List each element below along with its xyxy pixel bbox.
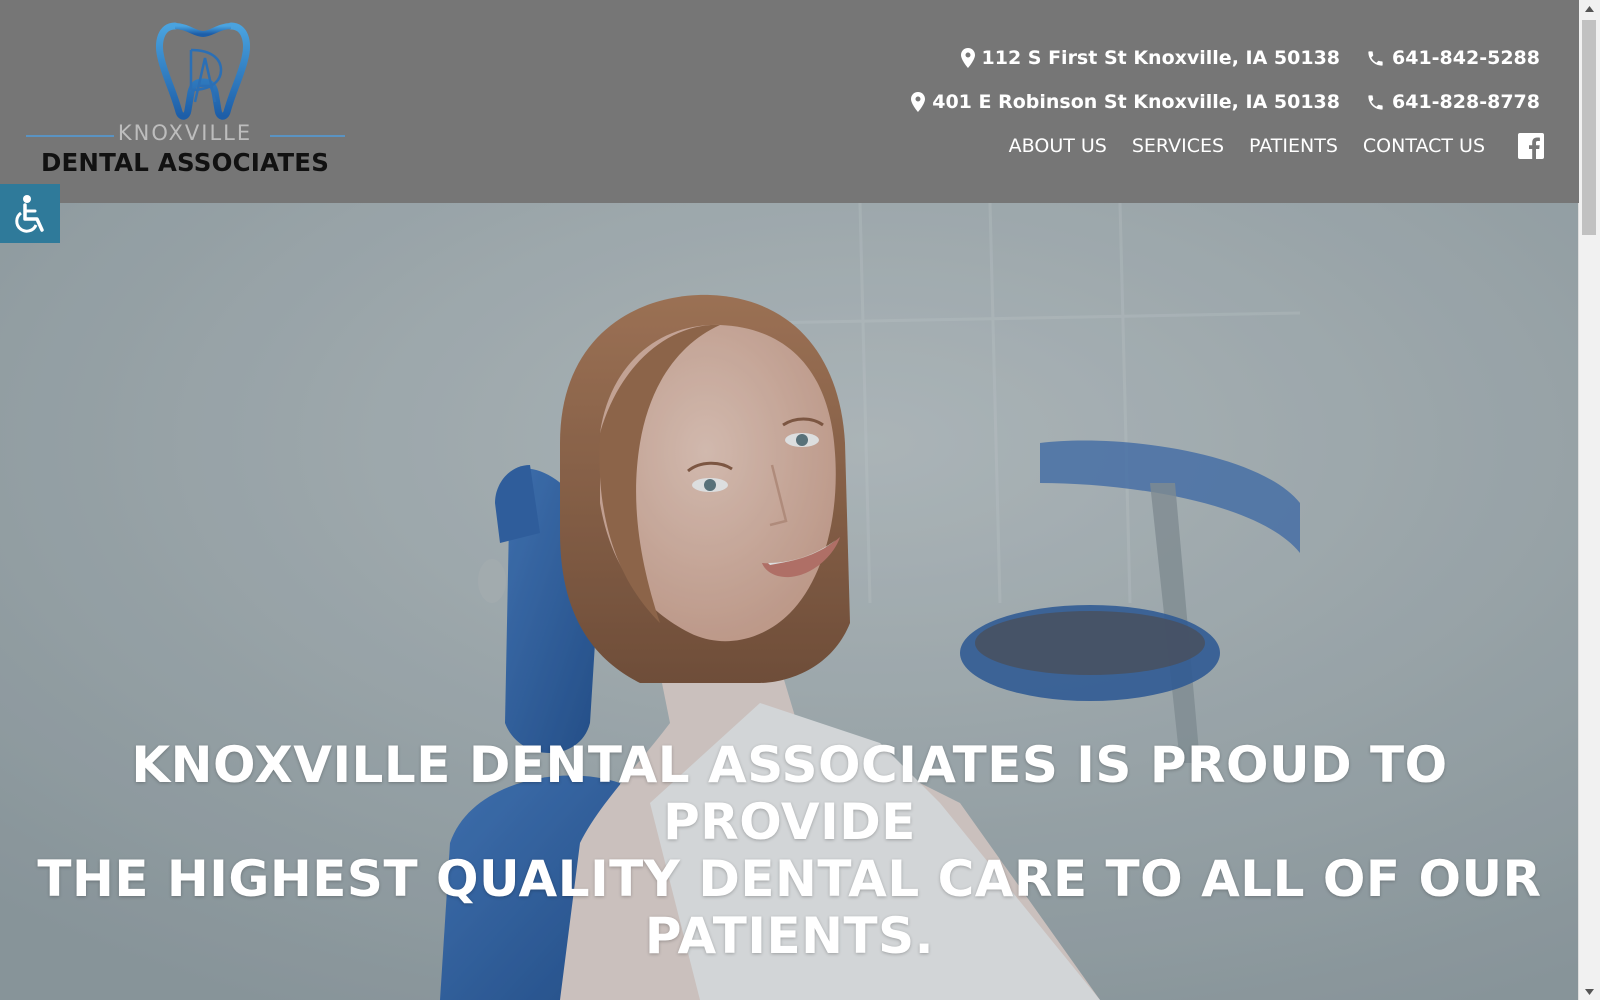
tooth-logo-icon	[156, 22, 250, 120]
address-text-2: 401 E Robinson St Knoxville, IA 50138	[932, 91, 1341, 113]
logo-text-dental-associates: DENTAL ASSOCIATES	[40, 148, 330, 177]
scroll-up-button[interactable]	[1579, 0, 1600, 17]
hero-banner: KNOXVILLE DENTAL ASSOCIATES IS PROUD TO …	[0, 203, 1579, 1000]
address-link-2[interactable]: 401 E Robinson St Knoxville, IA 50138	[911, 91, 1340, 113]
phone-text-1: 641-842-5288	[1392, 47, 1540, 69]
phone-icon	[1368, 94, 1383, 110]
chevron-up-icon	[1585, 5, 1594, 12]
address-link-1[interactable]: 112 S First St Knoxville, IA 50138	[960, 47, 1341, 69]
wheelchair-icon	[15, 194, 44, 233]
logo-text-knoxville: KNOXVILLE	[117, 121, 253, 145]
map-marker-icon	[911, 92, 926, 112]
logo[interactable]: KNOXVILLE DENTAL ASSOCIATES	[22, 20, 348, 180]
map-marker-icon	[960, 48, 975, 68]
chevron-down-icon	[1585, 988, 1594, 995]
nav-patients[interactable]: PATIENTS	[1249, 135, 1338, 157]
nav-about-us[interactable]: ABOUT US	[1009, 135, 1107, 157]
hero-title: KNOXVILLE DENTAL ASSOCIATES IS PROUD TO …	[0, 737, 1579, 965]
nav-contact-us[interactable]: CONTACT US	[1363, 135, 1485, 157]
phone-link-2[interactable]: 641-828-8778	[1366, 91, 1540, 113]
phone-text-2: 641-828-8778	[1392, 91, 1540, 113]
nav-services[interactable]: SERVICES	[1132, 135, 1224, 157]
scroll-down-button[interactable]	[1579, 983, 1600, 1000]
scroll-thumb[interactable]	[1582, 20, 1596, 235]
vertical-scrollbar[interactable]	[1578, 0, 1600, 1000]
hero-title-line-3: PATIENTS.	[644, 907, 935, 965]
phone-link-1[interactable]: 641-842-5288	[1366, 47, 1540, 69]
location-row-2: 401 E Robinson St Knoxville, IA 50138 64…	[911, 91, 1540, 113]
accessibility-button[interactable]	[0, 184, 60, 243]
main-nav: ABOUT US SERVICES PATIENTS CONTACT US	[984, 133, 1544, 159]
site-header: KNOXVILLE DENTAL ASSOCIATES 112 S First …	[0, 0, 1579, 203]
hero-title-line-2: THE HIGHEST QUALITY DENTAL CARE TO ALL O…	[37, 850, 1542, 908]
hero-title-line-1: KNOXVILLE DENTAL ASSOCIATES IS PROUD TO …	[131, 736, 1448, 851]
facebook-icon[interactable]	[1518, 133, 1544, 159]
location-row-1: 112 S First St Knoxville, IA 50138 641-8…	[960, 47, 1540, 69]
address-text-1: 112 S First St Knoxville, IA 50138	[981, 47, 1341, 69]
phone-icon	[1368, 50, 1383, 66]
